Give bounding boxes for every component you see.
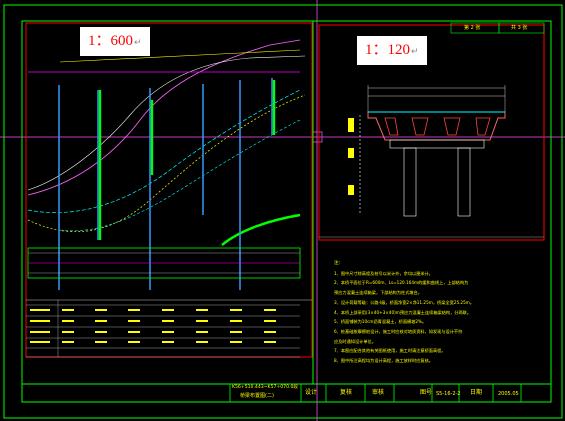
scale-text-elevation: 1：600 (88, 33, 134, 49)
approver-label: 审核 (372, 389, 385, 396)
section-labels (348, 118, 354, 195)
elevation-viewport (25, 22, 313, 358)
section-viewport (318, 24, 545, 241)
note-item: 8、图中所注高程均为设计高程，施工放样时应复核。 (334, 358, 433, 364)
note-item: 应及时通知设计单位。 (334, 338, 376, 344)
pier-columns (98, 80, 276, 240)
section-dimension-lines (367, 85, 506, 112)
total-sheets: 共 3 张 (511, 25, 528, 31)
note-item: 3、设计荷载等级：公路-I级，桥面净宽2×净11.25m，桥梁全宽25.25m。 (334, 299, 475, 305)
return-mark-icon: ↵ (411, 46, 419, 56)
note-item: 5、桥面铺装为10cm沥青混凝土，桥面横坡2%。 (334, 319, 427, 325)
design-line-curve (27, 55, 306, 191)
scale-label-elevation[interactable]: 1：600↵ (80, 27, 150, 56)
return-mark-icon: ↵ (134, 37, 142, 47)
date-value: 2005.05 (498, 391, 519, 397)
bedrock-dashed-curve (27, 89, 301, 213)
note-item: 2、本桥平面位于R=600m、Ls=120.164m的缓和曲线上，上部结构为 (334, 280, 469, 286)
note-item: 预应力混凝土连续箱梁，下部结构为柱式墩台。 (334, 290, 422, 296)
note-item: 7、本图应配合其他有关图纸使用，施工时请注意桥面高程。 (334, 348, 446, 354)
piers (58, 78, 273, 290)
scale-text-section: 1：120 (365, 42, 411, 58)
reviewer-label: 复核 (340, 389, 353, 396)
note-item: 6、桩基础按摩擦桩设计，施工时应核对地质资料，如发现与设计不符 (334, 328, 463, 334)
note-item: 4、本桥上部采用(3×40+3×40)m预应力混凝土连续箱梁结构，分两联。 (334, 309, 472, 315)
notes-title: 注： (334, 261, 343, 266)
drawing-name-line2: 桥梁布置图(二) (240, 393, 274, 399)
drawing-no-label: 图号 (420, 389, 433, 396)
date-label: 日期 (470, 389, 483, 396)
design-notes: 注： 1、图中尺寸除高程及桩号以米计外，余均以厘米计。 2、本桥平面位于R=60… (334, 259, 534, 366)
designer-label: 设计 (305, 389, 318, 396)
section-piers (359, 115, 485, 217)
slope-hatch (221, 213, 301, 246)
ground-line-curve (27, 39, 301, 196)
box-girder-section (367, 111, 506, 141)
drawing-name-line1: K56+510.443~K57+070.0段 (232, 385, 299, 390)
note-item: 1、图中尺寸除高程及桩号以米计外，余均以厘米计。 (334, 270, 433, 276)
elevation-data-table (26, 300, 300, 358)
scale-label-section[interactable]: 1：120↵ (357, 36, 427, 65)
rock-line-curve (27, 94, 306, 232)
sheet-number: 第 2 张 (464, 25, 481, 31)
drawing-no: S5-16-2-2 (436, 391, 461, 397)
